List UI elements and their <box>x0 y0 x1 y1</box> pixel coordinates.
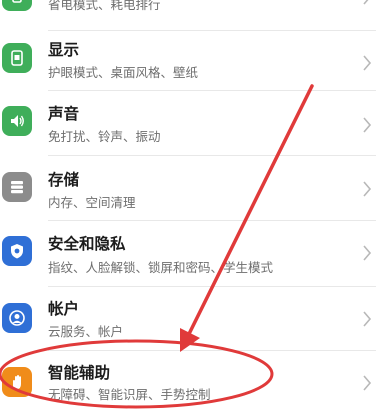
settings-item-security[interactable]: 安全和隐私 指纹、人脸解锁、锁屏和密码、学生模式 <box>0 222 376 286</box>
settings-item-storage[interactable]: 存储 内存、空间清理 <box>0 158 376 222</box>
divider <box>48 286 376 287</box>
settings-item-subtitle: 护眼模式、桌面风格、壁纸 <box>48 65 199 80</box>
settings-item-title: 智能辅助 <box>48 364 111 382</box>
chevron-right-icon <box>363 375 372 391</box>
divider <box>48 220 376 221</box>
hand-icon <box>2 367 32 397</box>
shield-icon <box>2 236 32 266</box>
settings-item-subtitle: 云服务、帐户 <box>48 324 124 339</box>
settings-item-account[interactable]: 帐户 云服务、帐户 <box>0 288 376 352</box>
settings-screen: 省电模式、耗电排行 显示 护眼模式、桌面风格、壁纸 声音 免打扰、铃声、振动 存… <box>0 0 376 413</box>
settings-item-title: 安全和隐私 <box>48 235 126 253</box>
divider <box>48 350 376 351</box>
chevron-right-icon <box>363 311 372 327</box>
chevron-right-icon <box>363 0 369 5</box>
storage-icon <box>2 172 32 202</box>
battery-icon <box>2 0 32 11</box>
settings-item-subtitle: 指纹、人脸解锁、锁屏和密码、学生模式 <box>48 260 274 275</box>
settings-item-subtitle: 免打扰、铃声、振动 <box>48 129 161 144</box>
settings-item-subtitle: 省电模式、耗电排行 <box>48 0 161 12</box>
settings-item-subtitle: 内存、空间清理 <box>48 195 136 210</box>
settings-item-title: 存储 <box>48 171 80 189</box>
chevron-right-icon <box>363 55 372 71</box>
speaker-icon <box>2 106 32 136</box>
settings-item-battery[interactable]: 省电模式、耗电排行 <box>0 0 376 28</box>
chevron-right-icon <box>363 245 372 261</box>
settings-item-subtitle: 无障碍、智能识屏、手势控制 <box>48 387 211 402</box>
settings-item-title: 显示 <box>48 41 80 59</box>
account-icon <box>2 303 32 333</box>
settings-item-smart-assist[interactable]: 智能辅助 无障碍、智能识屏、手势控制 <box>0 352 376 413</box>
divider <box>48 155 376 156</box>
settings-item-display[interactable]: 显示 护眼模式、桌面风格、壁纸 <box>0 32 376 96</box>
divider <box>48 30 376 31</box>
settings-item-title: 声音 <box>48 105 80 123</box>
chevron-right-icon <box>363 181 372 197</box>
settings-item-title: 帐户 <box>48 300 80 318</box>
display-icon <box>2 43 32 73</box>
divider <box>48 90 376 91</box>
chevron-right-icon <box>363 117 372 133</box>
settings-item-sound[interactable]: 声音 免打扰、铃声、振动 <box>0 94 376 158</box>
